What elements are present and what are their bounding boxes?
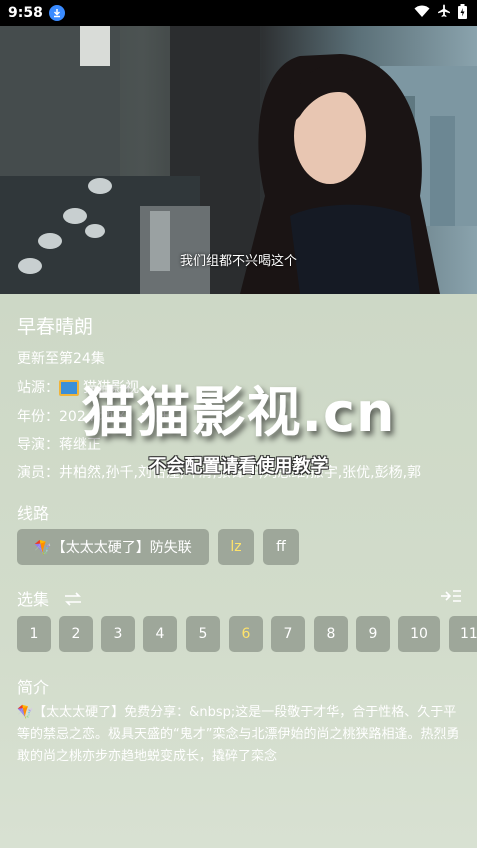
year-label: 年份： [17,409,59,425]
tv-icon [59,380,79,396]
download-icon [48,5,65,21]
year-row: 年份：2024 地区：大陆 [17,406,169,426]
episode-3[interactable]: 3 [101,616,135,652]
status-bar: 9:58 [0,0,477,26]
episodes-heading-label: 选集 [17,590,50,609]
cast-value: 井柏然,孙千,刘怡潼,叶清,张锋宇,刘思维,振宇,张优,彭杨,郭 [59,465,422,481]
cast-row: 演员：井柏然,孙千,刘怡潼,叶清,张锋宇,刘思维,振宇,张优,彭杨,郭 [17,462,477,482]
episode-6[interactable]: 6 [229,616,263,652]
route-chip-3[interactable]: ff [263,529,299,565]
video-subtitle: 我们组都不兴喝这个 [179,254,297,269]
intro-heading: 简介 [17,678,50,697]
wifi-icon [414,4,430,22]
episode-5[interactable]: 5 [186,616,220,652]
video-player[interactable]: 我们组都不兴喝这个 [0,26,477,294]
routes-heading: 线路 [17,504,50,523]
status-time: 9:58 [8,5,43,21]
episode-2[interactable]: 2 [59,616,93,652]
update-status: 更新至第24集 [17,351,105,367]
episode-9[interactable]: 9 [356,616,390,652]
episode-10[interactable]: 10 [398,616,440,652]
expand-list-icon[interactable] [440,588,462,607]
director-label: 导演： [17,437,59,453]
director-row: 导演：蒋继正 [17,434,101,454]
episodes-heading: 选集 [17,586,82,610]
battery-icon [458,3,467,23]
year-value: 2024 地区：大陆 [59,409,170,425]
cast-label: 演员： [17,465,59,481]
source-value: 猫猫影视 [83,380,139,396]
intro-text: 🪁【太太太硬了】免费分享：&nbsp;这是一段敬于才华，合于性格、久于平等的禁忌… [17,705,460,764]
swap-order-icon[interactable] [64,591,82,610]
show-title: 早春晴朗 [17,316,94,338]
route-chip-2[interactable]: lz [218,529,254,565]
source-row: 站源： 猫猫影视 [17,377,139,397]
route-chip-1[interactable]: 🪁【太太太硬了】防失联 [17,529,209,565]
episode-1[interactable]: 1 [17,616,51,652]
episode-11[interactable]: 11 [449,616,477,652]
episode-8[interactable]: 8 [314,616,348,652]
episode-7[interactable]: 7 [271,616,305,652]
detail-panel: 早春晴朗 更新至第24集 站源： 猫猫影视 年份：2024 地区：大陆 导演：蒋继… [0,294,477,848]
episode-4[interactable]: 4 [143,616,177,652]
director-value: 蒋继正 [59,437,101,453]
source-label: 站源： [17,380,59,396]
airplane-icon [437,4,451,22]
